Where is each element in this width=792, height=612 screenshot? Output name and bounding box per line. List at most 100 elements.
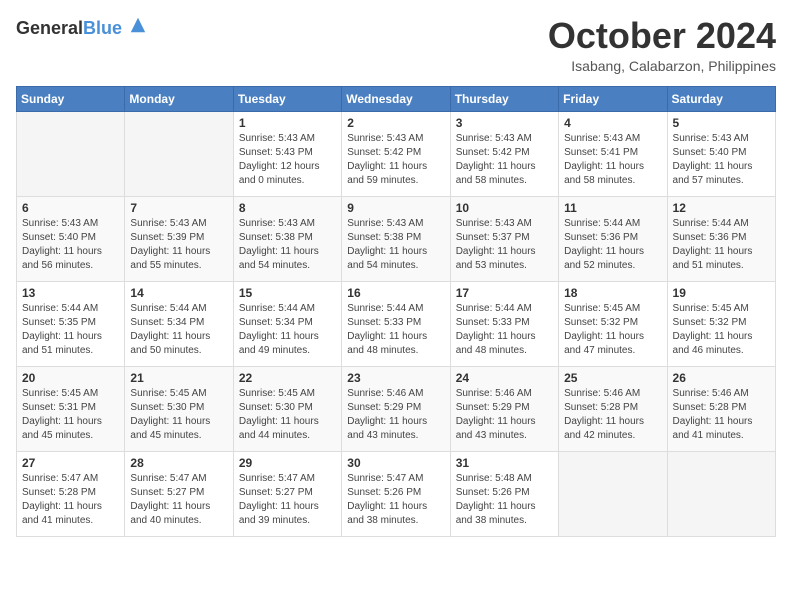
day-number: 8 [239, 201, 336, 215]
day-number: 31 [456, 456, 553, 470]
calendar-cell: 27Sunrise: 5:47 AM Sunset: 5:28 PM Dayli… [17, 451, 125, 536]
day-info: Sunrise: 5:44 AM Sunset: 5:36 PM Dayligh… [673, 217, 770, 273]
page-header: GeneralBlue October 2024 Isabang, Calaba… [16, 16, 776, 74]
day-number: 16 [347, 286, 444, 300]
day-info: Sunrise: 5:46 AM Sunset: 5:29 PM Dayligh… [456, 387, 553, 443]
day-number: 13 [22, 286, 119, 300]
day-info: Sunrise: 5:47 AM Sunset: 5:26 PM Dayligh… [347, 472, 444, 528]
calendar-header-row: SundayMondayTuesdayWednesdayThursdayFrid… [17, 86, 776, 111]
day-info: Sunrise: 5:43 AM Sunset: 5:43 PM Dayligh… [239, 132, 336, 188]
calendar-cell: 6Sunrise: 5:43 AM Sunset: 5:40 PM Daylig… [17, 196, 125, 281]
day-number: 20 [22, 371, 119, 385]
day-info: Sunrise: 5:46 AM Sunset: 5:28 PM Dayligh… [673, 387, 770, 443]
day-info: Sunrise: 5:43 AM Sunset: 5:38 PM Dayligh… [347, 217, 444, 273]
weekday-header: Monday [125, 86, 233, 111]
weekday-header: Saturday [667, 86, 775, 111]
day-info: Sunrise: 5:45 AM Sunset: 5:31 PM Dayligh… [22, 387, 119, 443]
day-number: 9 [347, 201, 444, 215]
logo-icon [129, 16, 147, 34]
day-info: Sunrise: 5:48 AM Sunset: 5:26 PM Dayligh… [456, 472, 553, 528]
calendar-cell: 5 Sunrise: 5:43 AM Sunset: 5:40 PM Daylig… [667, 111, 775, 196]
day-number: 29 [239, 456, 336, 470]
calendar-cell: 10 Sunrise: 5:43 AM Sunset: 5:37 PM Dayli… [450, 196, 558, 281]
calendar-cell: 14 Sunrise: 5:44 AM Sunset: 5:34 PM Dayli… [125, 281, 233, 366]
day-info: Sunrise: 5:43 AM Sunset: 5:38 PM Dayligh… [239, 217, 336, 273]
calendar-cell: 13Sunrise: 5:44 AM Sunset: 5:35 PM Dayli… [17, 281, 125, 366]
calendar-week-row: 1 Sunrise: 5:43 AM Sunset: 5:43 PM Daylig… [17, 111, 776, 196]
calendar-cell: 17 Sunrise: 5:44 AM Sunset: 5:33 PM Dayli… [450, 281, 558, 366]
day-info: Sunrise: 5:44 AM Sunset: 5:34 PM Dayligh… [130, 302, 227, 358]
day-number: 23 [347, 371, 444, 385]
day-number: 26 [673, 371, 770, 385]
day-number: 18 [564, 286, 661, 300]
logo: GeneralBlue [16, 16, 147, 39]
day-info: Sunrise: 5:43 AM Sunset: 5:42 PM Dayligh… [456, 132, 553, 188]
day-number: 15 [239, 286, 336, 300]
calendar-week-row: 20 Sunrise: 5:45 AM Sunset: 5:31 PM Dayli… [17, 366, 776, 451]
weekday-header: Friday [559, 86, 667, 111]
day-info: Sunrise: 5:43 AM Sunset: 5:41 PM Dayligh… [564, 132, 661, 188]
day-info: Sunrise: 5:46 AM Sunset: 5:28 PM Dayligh… [564, 387, 661, 443]
month-title: October 2024 [548, 16, 776, 56]
day-info: Sunrise: 5:43 AM Sunset: 5:40 PM Dayligh… [673, 132, 770, 188]
calendar-cell [17, 111, 125, 196]
day-number: 25 [564, 371, 661, 385]
calendar-week-row: 6Sunrise: 5:43 AM Sunset: 5:40 PM Daylig… [17, 196, 776, 281]
calendar-cell: 28Sunrise: 5:47 AM Sunset: 5:27 PM Dayli… [125, 451, 233, 536]
calendar-cell: 7Sunrise: 5:43 AM Sunset: 5:39 PM Daylig… [125, 196, 233, 281]
day-info: Sunrise: 5:43 AM Sunset: 5:42 PM Dayligh… [347, 132, 444, 188]
day-number: 22 [239, 371, 336, 385]
day-info: Sunrise: 5:45 AM Sunset: 5:30 PM Dayligh… [239, 387, 336, 443]
calendar-cell: 16Sunrise: 5:44 AM Sunset: 5:33 PM Dayli… [342, 281, 450, 366]
day-number: 3 [456, 116, 553, 130]
day-info: Sunrise: 5:43 AM Sunset: 5:37 PM Dayligh… [456, 217, 553, 273]
day-info: Sunrise: 5:47 AM Sunset: 5:27 PM Dayligh… [130, 472, 227, 528]
day-info: Sunrise: 5:44 AM Sunset: 5:36 PM Dayligh… [564, 217, 661, 273]
day-info: Sunrise: 5:45 AM Sunset: 5:32 PM Dayligh… [673, 302, 770, 358]
day-number: 1 [239, 116, 336, 130]
day-info: Sunrise: 5:44 AM Sunset: 5:33 PM Dayligh… [456, 302, 553, 358]
calendar-cell: 4 Sunrise: 5:43 AM Sunset: 5:41 PM Daylig… [559, 111, 667, 196]
calendar-cell: 19 Sunrise: 5:45 AM Sunset: 5:32 PM Dayli… [667, 281, 775, 366]
day-number: 17 [456, 286, 553, 300]
calendar-cell: 9 Sunrise: 5:43 AM Sunset: 5:38 PM Daylig… [342, 196, 450, 281]
calendar-cell: 29 Sunrise: 5:47 AM Sunset: 5:27 PM Dayli… [233, 451, 341, 536]
calendar-cell: 31 Sunrise: 5:48 AM Sunset: 5:26 PM Dayli… [450, 451, 558, 536]
day-number: 10 [456, 201, 553, 215]
weekday-header: Thursday [450, 86, 558, 111]
day-info: Sunrise: 5:47 AM Sunset: 5:27 PM Dayligh… [239, 472, 336, 528]
day-number: 11 [564, 201, 661, 215]
calendar-cell: 12 Sunrise: 5:44 AM Sunset: 5:36 PM Dayli… [667, 196, 775, 281]
day-number: 14 [130, 286, 227, 300]
day-number: 30 [347, 456, 444, 470]
day-info: Sunrise: 5:44 AM Sunset: 5:34 PM Dayligh… [239, 302, 336, 358]
calendar-cell: 24Sunrise: 5:46 AM Sunset: 5:29 PM Dayli… [450, 366, 558, 451]
day-info: Sunrise: 5:45 AM Sunset: 5:32 PM Dayligh… [564, 302, 661, 358]
location-subtitle: Isabang, Calabarzon, Philippines [548, 58, 776, 74]
day-number: 2 [347, 116, 444, 130]
day-number: 5 [673, 116, 770, 130]
title-block: October 2024 Isabang, Calabarzon, Philip… [548, 16, 776, 74]
calendar-cell: 1 Sunrise: 5:43 AM Sunset: 5:43 PM Daylig… [233, 111, 341, 196]
day-number: 12 [673, 201, 770, 215]
calendar-week-row: 27Sunrise: 5:47 AM Sunset: 5:28 PM Dayli… [17, 451, 776, 536]
calendar-cell: 22 Sunrise: 5:45 AM Sunset: 5:30 PM Dayli… [233, 366, 341, 451]
calendar-week-row: 13Sunrise: 5:44 AM Sunset: 5:35 PM Dayli… [17, 281, 776, 366]
calendar-cell: 23Sunrise: 5:46 AM Sunset: 5:29 PM Dayli… [342, 366, 450, 451]
weekday-header: Tuesday [233, 86, 341, 111]
calendar-cell: 26 Sunrise: 5:46 AM Sunset: 5:28 PM Dayli… [667, 366, 775, 451]
calendar-cell: 30 Sunrise: 5:47 AM Sunset: 5:26 PM Dayli… [342, 451, 450, 536]
calendar-cell [667, 451, 775, 536]
day-number: 4 [564, 116, 661, 130]
weekday-header: Wednesday [342, 86, 450, 111]
calendar-cell: 11 Sunrise: 5:44 AM Sunset: 5:36 PM Dayli… [559, 196, 667, 281]
calendar-cell: 3 Sunrise: 5:43 AM Sunset: 5:42 PM Daylig… [450, 111, 558, 196]
day-number: 19 [673, 286, 770, 300]
day-info: Sunrise: 5:45 AM Sunset: 5:30 PM Dayligh… [130, 387, 227, 443]
calendar-cell: 20 Sunrise: 5:45 AM Sunset: 5:31 PM Dayli… [17, 366, 125, 451]
calendar-cell [125, 111, 233, 196]
logo-blue: Blue [83, 18, 122, 38]
day-info: Sunrise: 5:43 AM Sunset: 5:39 PM Dayligh… [130, 217, 227, 273]
day-number: 6 [22, 201, 119, 215]
day-number: 27 [22, 456, 119, 470]
